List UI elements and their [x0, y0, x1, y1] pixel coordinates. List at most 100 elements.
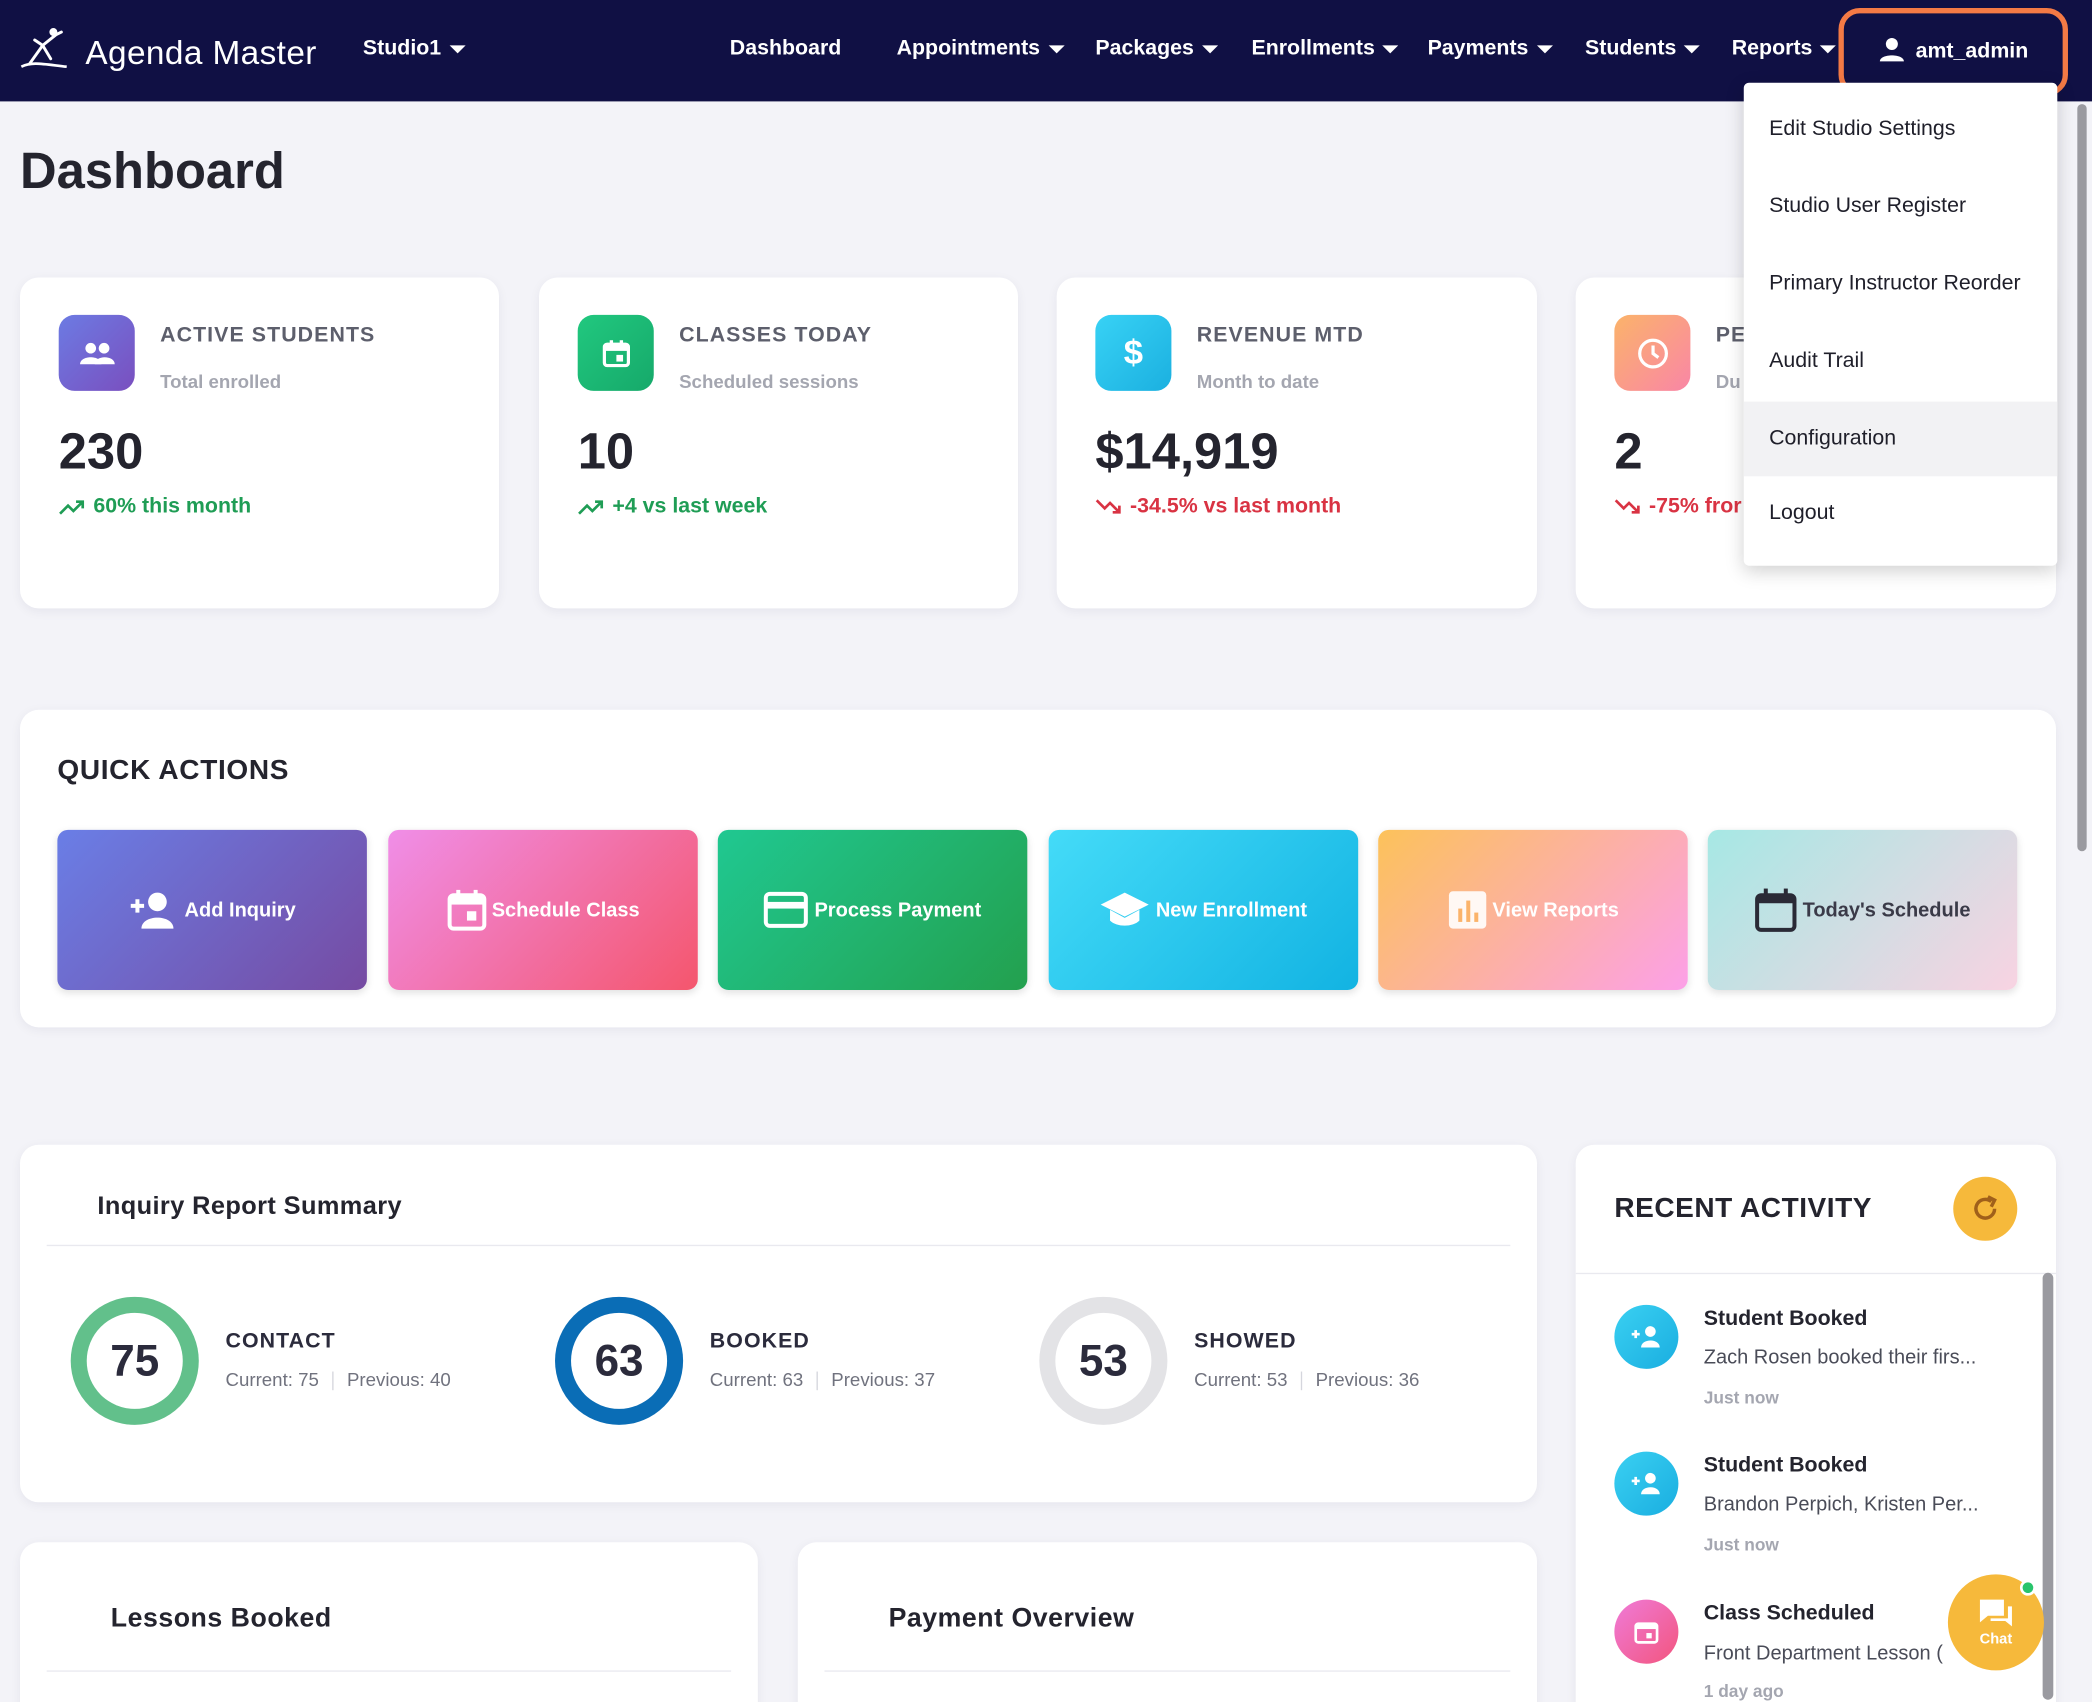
activity-title: Student Booked	[1703, 1307, 1868, 1331]
stat-sub: Total enrolled	[160, 370, 282, 393]
page-scrollbar[interactable]	[2077, 104, 2087, 852]
nav-packages[interactable]: Packages	[1095, 37, 1218, 61]
chevron-down-icon	[1201, 45, 1218, 54]
stat-trend: +4 vs last week	[578, 494, 768, 519]
activity-time: 1 day ago	[1703, 1681, 1784, 1702]
calendar-icon	[1614, 1599, 1679, 1664]
nav-label: Enrollments	[1251, 37, 1375, 61]
payment-overview-title: Payment Overview	[888, 1603, 1135, 1634]
nav-label: Students	[1585, 37, 1677, 61]
brand[interactable]: Agenda Master	[16, 27, 317, 82]
stat-card-classes-today: CLASSES TODAY Scheduled sessions 10 +4 v…	[539, 277, 1018, 609]
stat-label: CLASSES TODAY	[679, 324, 873, 347]
calendar-icon	[447, 889, 486, 931]
stat-card-revenue-mtd: $ REVENUE MTD Month to date $14,919 -34.…	[1056, 277, 1537, 609]
menu-item-primary-instructor-reorder[interactable]: Primary Instructor Reorder	[1744, 247, 2058, 322]
trending-up-icon	[59, 500, 85, 515]
stat-card-active-students: ACTIVE STUDENTS Total enrolled 230 60% t…	[20, 277, 499, 609]
todays-schedule-button[interactable]: Today's Schedule	[1707, 829, 2018, 990]
menu-item-studio-user-register[interactable]: Studio User Register	[1744, 169, 2058, 244]
menu-item-edit-studio-settings[interactable]: Edit Studio Settings	[1744, 92, 2058, 167]
studio-selector[interactable]: Studio1	[363, 37, 466, 61]
stat-trend: -75% fror	[1614, 494, 1742, 519]
online-status-dot	[2019, 1579, 2036, 1596]
view-reports-button[interactable]: View Reports	[1378, 829, 1688, 990]
divider	[46, 1244, 1511, 1247]
refresh-icon	[1974, 1195, 1997, 1220]
view-reports-label: View Reports	[1492, 898, 1619, 922]
showed-ring: 53	[1039, 1296, 1168, 1425]
trending-down-icon	[1095, 499, 1121, 514]
divider	[1575, 1272, 2056, 1275]
stat-trend-text: +4 vs last week	[612, 494, 768, 518]
lessons-booked-panel: Lessons Booked	[20, 1542, 758, 1702]
bar-chart-icon	[1448, 891, 1486, 929]
contact-ring: 75	[70, 1296, 199, 1425]
process-payment-label: Process Payment	[814, 898, 982, 922]
nav-students[interactable]: Students	[1585, 37, 1701, 61]
booked-previous: Previous: 37	[831, 1368, 936, 1391]
stat-sub: Month to date	[1196, 370, 1320, 393]
showed-detail: Current: 53 Previous: 36	[1194, 1369, 1419, 1391]
schedule-class-button[interactable]: Schedule Class	[388, 829, 698, 990]
booked-value: 63	[594, 1335, 644, 1385]
trending-up-icon	[578, 500, 604, 515]
user-name: amt_admin	[1915, 40, 2029, 63]
quick-actions-title: QUICK ACTIONS	[57, 755, 290, 786]
activity-time: Just now	[1703, 1387, 1779, 1408]
add-user-icon	[1614, 1451, 1679, 1516]
stat-trend-text: -34.5% vs last month	[1130, 494, 1342, 518]
chevron-down-icon	[1820, 45, 1837, 54]
booked-label: BOOKED	[709, 1330, 810, 1353]
todays-schedule-label: Today's Schedule	[1802, 898, 1971, 922]
lessons-booked-title: Lessons Booked	[110, 1603, 332, 1634]
nav-label: Packages	[1095, 37, 1194, 61]
process-payment-button[interactable]: Process Payment	[717, 829, 1028, 990]
nav-dashboard[interactable]: Dashboard	[730, 37, 842, 61]
user-icon	[1878, 35, 1905, 68]
stat-value: 230	[58, 424, 144, 481]
new-enrollment-label: New Enrollment	[1155, 898, 1308, 922]
contact-value: 75	[110, 1335, 160, 1385]
add-inquiry-button[interactable]: Add Inquiry	[57, 829, 367, 990]
nav-label: Reports	[1731, 37, 1813, 61]
menu-item-configuration[interactable]: Configuration	[1743, 401, 2058, 477]
dancer-logo-icon	[16, 27, 72, 82]
chevron-down-icon	[1382, 45, 1399, 54]
booked-current: Current: 63	[709, 1368, 804, 1391]
new-enrollment-button[interactable]: New Enrollment	[1048, 829, 1359, 990]
payment-overview-panel: Payment Overview	[797, 1542, 1537, 1702]
nav-enrollments[interactable]: Enrollments	[1251, 37, 1399, 61]
showed-previous: Previous: 36	[1315, 1368, 1420, 1391]
stat-trend-text: -75% fror	[1649, 494, 1742, 518]
stat-sub: Du	[1715, 370, 1741, 393]
activity-scrollbar[interactable]	[2042, 1272, 2054, 1700]
nav-payments[interactable]: Payments	[1428, 37, 1553, 61]
stat-trend-text: 60% this month	[93, 494, 252, 518]
nav-label: Dashboard	[729, 37, 842, 61]
nav-reports[interactable]: Reports	[1732, 37, 1837, 61]
nav-appointments[interactable]: Appointments	[897, 37, 1065, 61]
contact-detail: Current: 75 Previous: 40	[225, 1369, 451, 1391]
divider	[46, 1670, 732, 1672]
calendar-icon	[1755, 888, 1797, 932]
chevron-down-icon	[1048, 45, 1065, 54]
add-user-icon	[131, 892, 174, 929]
stat-trend: 60% this month	[59, 495, 251, 519]
chevron-down-icon	[1536, 45, 1553, 54]
people-icon	[58, 314, 135, 391]
activity-desc: Brandon Perpich, Kristen Per...	[1703, 1492, 1979, 1516]
nav-label: Payments	[1427, 37, 1529, 61]
stat-trend: -34.5% vs last month	[1095, 495, 1341, 519]
menu-item-logout[interactable]: Logout	[1744, 476, 2058, 551]
calendar-icon	[577, 314, 654, 391]
refresh-button[interactable]	[1953, 1176, 2018, 1241]
stat-label: PE	[1715, 324, 1747, 347]
activity-desc: Zach Rosen booked their firs...	[1703, 1346, 1977, 1369]
menu-item-audit-trail[interactable]: Audit Trail	[1744, 324, 2058, 399]
chat-button[interactable]: Chat	[1947, 1574, 2044, 1671]
stat-value: $14,919	[1095, 424, 1279, 481]
contact-label: CONTACT	[225, 1330, 336, 1353]
booked-detail: Current: 63 Previous: 37	[710, 1369, 935, 1391]
recent-activity-title: RECENT ACTIVITY	[1614, 1192, 1872, 1224]
